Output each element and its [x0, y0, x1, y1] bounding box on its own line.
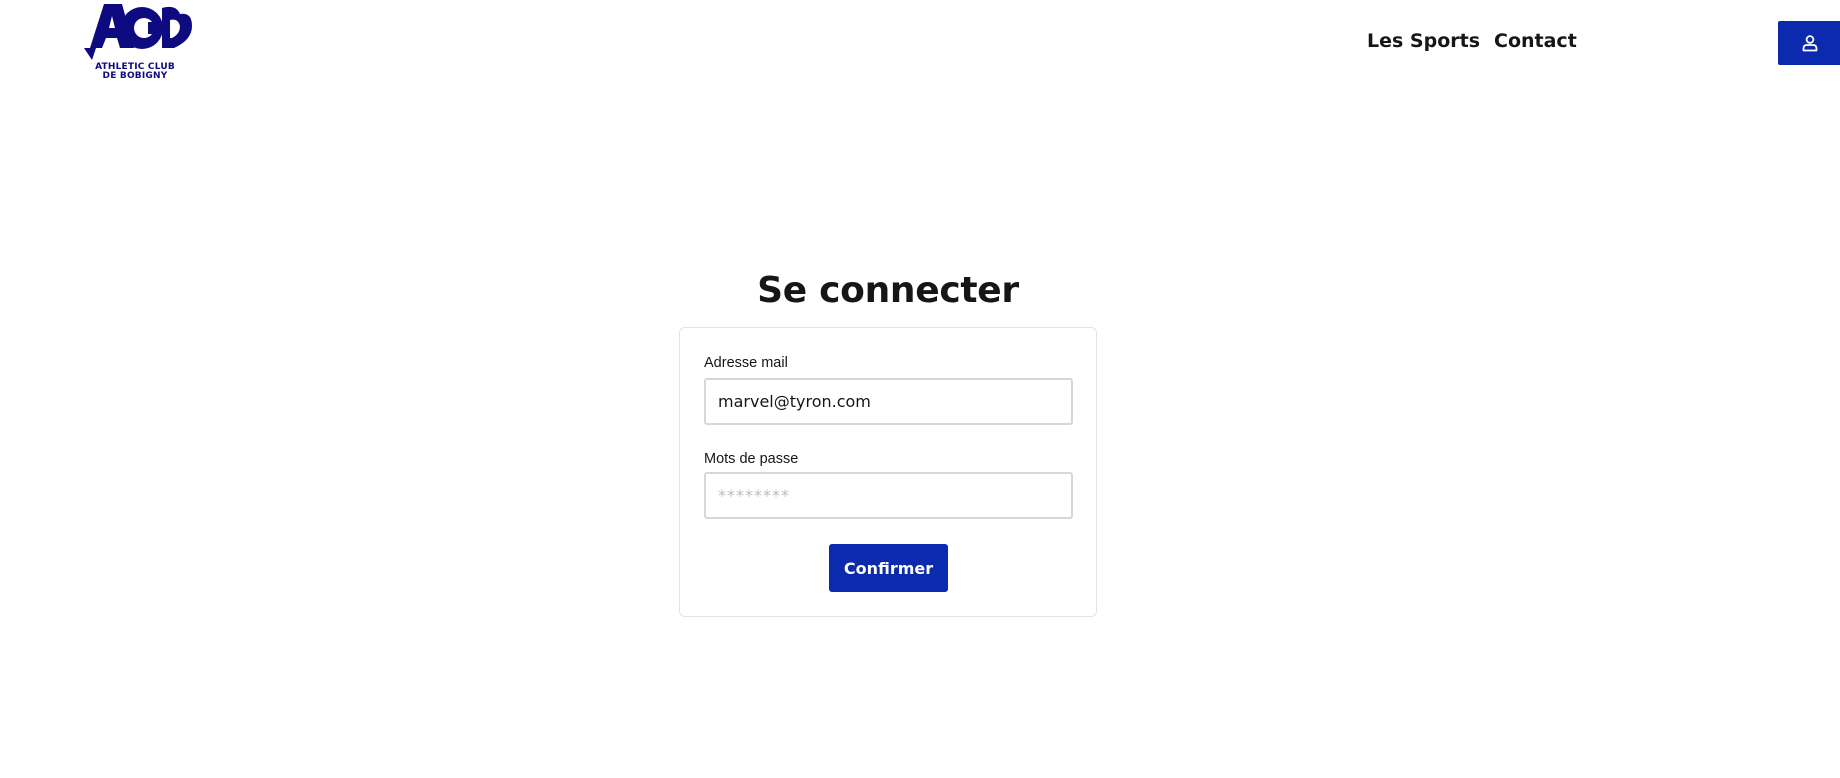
- site-header: ATHLETIC CLUB DE BOBIGNY Les Sports Cont…: [0, 0, 1840, 90]
- login-form: Adresse mail Mots de passe Confirmer: [679, 327, 1097, 617]
- password-label: Mots de passe: [704, 451, 799, 467]
- site-logo[interactable]: ATHLETIC CLUB DE BOBIGNY: [82, 2, 192, 82]
- email-field[interactable]: [704, 378, 1073, 425]
- logo-text-line-2: DE BOBIGNY: [102, 71, 168, 81]
- email-label: Adresse mail: [704, 355, 788, 371]
- acb-logo-icon: [84, 4, 192, 60]
- nav-link-contact[interactable]: Contact: [1494, 30, 1577, 58]
- account-button[interactable]: [1778, 21, 1840, 65]
- page-title: Se connecter: [757, 270, 1019, 312]
- user-icon: [1802, 35, 1818, 52]
- nav-link-les-sports[interactable]: Les Sports: [1367, 30, 1480, 58]
- password-field[interactable]: [704, 472, 1073, 519]
- confirm-button[interactable]: Confirmer: [829, 544, 948, 592]
